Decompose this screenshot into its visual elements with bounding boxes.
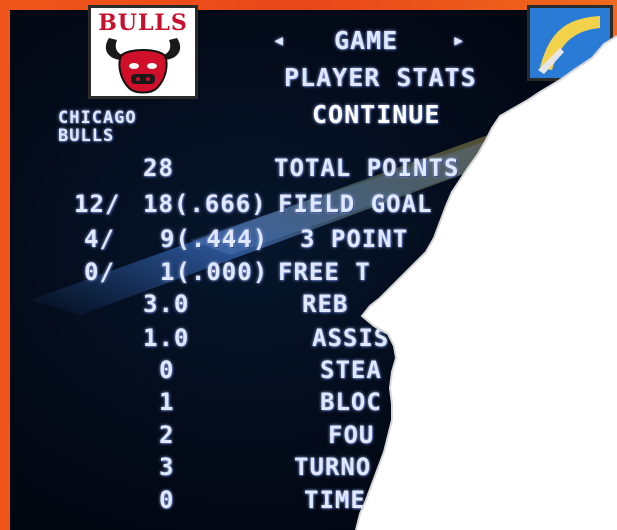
torn-paper-overlay	[355, 35, 617, 530]
